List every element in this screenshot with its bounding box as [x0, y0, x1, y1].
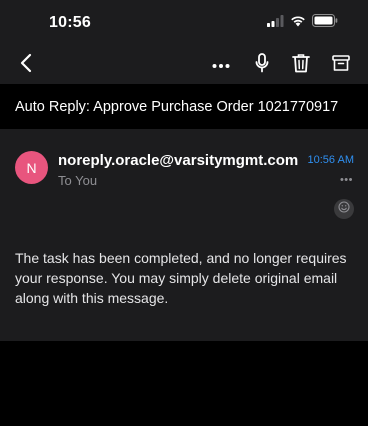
dictate-button[interactable]	[249, 52, 275, 78]
email-subject: Auto Reply: Approve Purchase Order 10217…	[15, 99, 339, 115]
empty-area	[0, 341, 368, 426]
toolbar	[0, 46, 368, 84]
message-more-button[interactable]: •••	[340, 174, 353, 186]
archive-icon	[332, 54, 350, 77]
reaction-button[interactable]	[334, 199, 354, 219]
recipient-line[interactable]: To You	[58, 173, 97, 188]
cellular-signal-icon	[267, 14, 284, 32]
email-message: N noreply.oracle@varsitymgmt.com 10:56 A…	[0, 129, 368, 341]
microphone-icon	[255, 52, 269, 78]
smiley-icon	[338, 200, 350, 218]
avatar-initial: N	[26, 159, 37, 176]
battery-icon	[312, 14, 338, 32]
archive-button[interactable]	[328, 52, 354, 78]
status-icons	[267, 14, 338, 32]
more-button[interactable]	[208, 52, 234, 78]
back-button[interactable]	[13, 52, 39, 78]
more-horizontal-icon	[212, 56, 230, 74]
wifi-icon	[290, 14, 306, 32]
email-body: The task has been completed, and no long…	[15, 250, 347, 306]
status-bar: 10:56	[0, 0, 368, 46]
avatar[interactable]: N	[15, 151, 48, 184]
message-time: 10:56 AM	[307, 154, 354, 166]
status-time: 10:56	[49, 14, 91, 31]
delete-button[interactable]	[288, 52, 314, 78]
trash-icon	[292, 53, 310, 78]
sender-address[interactable]: noreply.oracle@varsitymgmt.com	[58, 152, 298, 169]
back-chevron-icon	[20, 53, 32, 78]
subject-bar: Auto Reply: Approve Purchase Order 10217…	[0, 84, 368, 129]
